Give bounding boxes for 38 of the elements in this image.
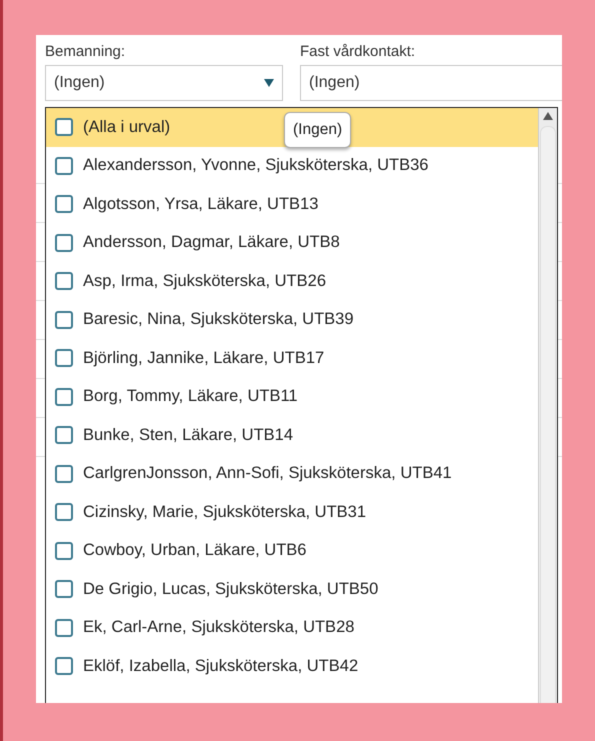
checkbox[interactable]: [55, 118, 73, 136]
checkbox[interactable]: [55, 542, 73, 560]
list-item[interactable]: Baresic, Nina, Sjuksköterska, UTB39: [46, 300, 538, 339]
scrollbar[interactable]: [538, 108, 557, 703]
input-field[interactable]: (Ingen): [300, 65, 562, 101]
checkbox[interactable]: [55, 272, 73, 290]
list-item[interactable]: Cowboy, Urban, Läkare, UTB6: [46, 532, 538, 570]
list-item[interactable]: Bunke, Sten, Läkare, UTB14: [46, 416, 538, 454]
checkbox[interactable]: [55, 580, 73, 598]
field-label: Bemanning:: [45, 43, 126, 60]
checkbox[interactable]: [55, 618, 73, 637]
checkbox[interactable]: [55, 657, 73, 676]
checkbox[interactable]: [55, 234, 73, 252]
checkbox[interactable]: [55, 503, 73, 522]
list-item[interactable]: Andersson, Dagmar, Läkare, UTB8: [46, 224, 538, 262]
dropdown-field[interactable]: (Ingen): [45, 65, 283, 101]
checkbox[interactable]: [55, 426, 73, 444]
list-item[interactable]: De Grigio, Lucas, Sjuksköterska, UTB50: [46, 570, 538, 608]
list-item[interactable]: Borg, Tommy, Läkare, UTB11: [46, 378, 538, 416]
checkbox[interactable]: [55, 310, 73, 329]
tooltip: (Ingen): [284, 112, 352, 148]
field-label: Fast vårdkontakt:: [300, 43, 416, 60]
list-item[interactable]: Cizinsky, Marie, Sjuksköterska, UTB31: [46, 493, 538, 532]
list-item[interactable]: Algotsson, Yrsa, Läkare, UTB13: [46, 185, 538, 224]
list-item[interactable]: Alexandersson, Yvonne, Sjuksköterska, UTB36: [46, 146, 538, 185]
checkbox[interactable]: [55, 156, 73, 175]
list-item[interactable]: Ek, Carl-Arne, Sjuksköterska, UTB28: [46, 608, 538, 647]
scrollbar-thumb[interactable]: [540, 126, 556, 703]
checkbox[interactable]: [55, 349, 73, 368]
checkbox[interactable]: [55, 464, 73, 483]
list-item[interactable]: Eklöf, Izabella, Sjuksköterska, UTB42: [46, 647, 538, 686]
list-item[interactable]: Björling, Jannike, Läkare, UTB17: [46, 339, 538, 378]
checkbox[interactable]: [55, 195, 73, 214]
checkbox[interactable]: [55, 388, 73, 406]
caret-icon: [264, 79, 274, 87]
list-item[interactable]: CarlgrenJonsson, Ann-Sofi, Sjuksköterska, UTB41: [46, 454, 538, 493]
scroll-up-icon[interactable]: [543, 112, 553, 120]
list-item[interactable]: Asp, Irma, Sjuksköterska, UTB26: [46, 262, 538, 300]
